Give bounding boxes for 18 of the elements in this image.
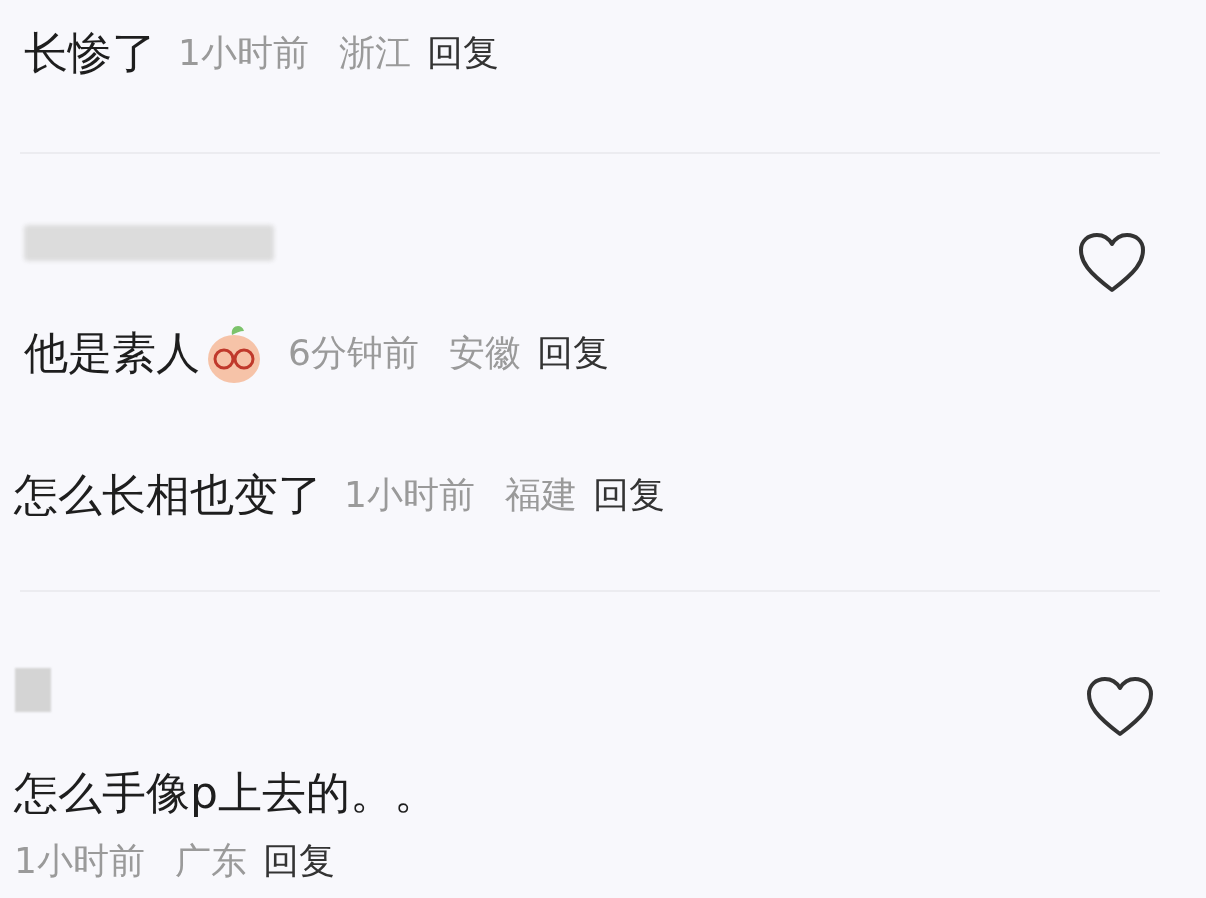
comment-text: 他是素人 bbox=[24, 326, 200, 380]
comment-time: 1小时前 bbox=[344, 473, 475, 517]
reply-link[interactable]: 回复 bbox=[536, 326, 609, 380]
reply-link[interactable]: 回复 bbox=[592, 468, 665, 522]
comment-location: 浙江 bbox=[338, 31, 411, 75]
comment-time: 1小时前 bbox=[14, 839, 145, 883]
comment-text: 长惨了 bbox=[24, 26, 156, 80]
comment-location: 安徽 bbox=[448, 331, 521, 375]
comment-text: 怎么长相也变了 bbox=[14, 468, 322, 522]
comment-text: 怎么手像p上去的。。 bbox=[14, 766, 438, 820]
comment-time: 1小时前 bbox=[178, 31, 309, 75]
comment-location: 广东 bbox=[174, 839, 247, 883]
comment-location: 福建 bbox=[504, 473, 577, 517]
heart-icon[interactable] bbox=[1086, 676, 1154, 738]
comment-time: 6分钟前 bbox=[288, 331, 419, 375]
reply-link[interactable]: 回复 bbox=[262, 834, 335, 888]
reply-link[interactable]: 回复 bbox=[426, 26, 499, 80]
heart-icon[interactable] bbox=[1078, 232, 1146, 294]
